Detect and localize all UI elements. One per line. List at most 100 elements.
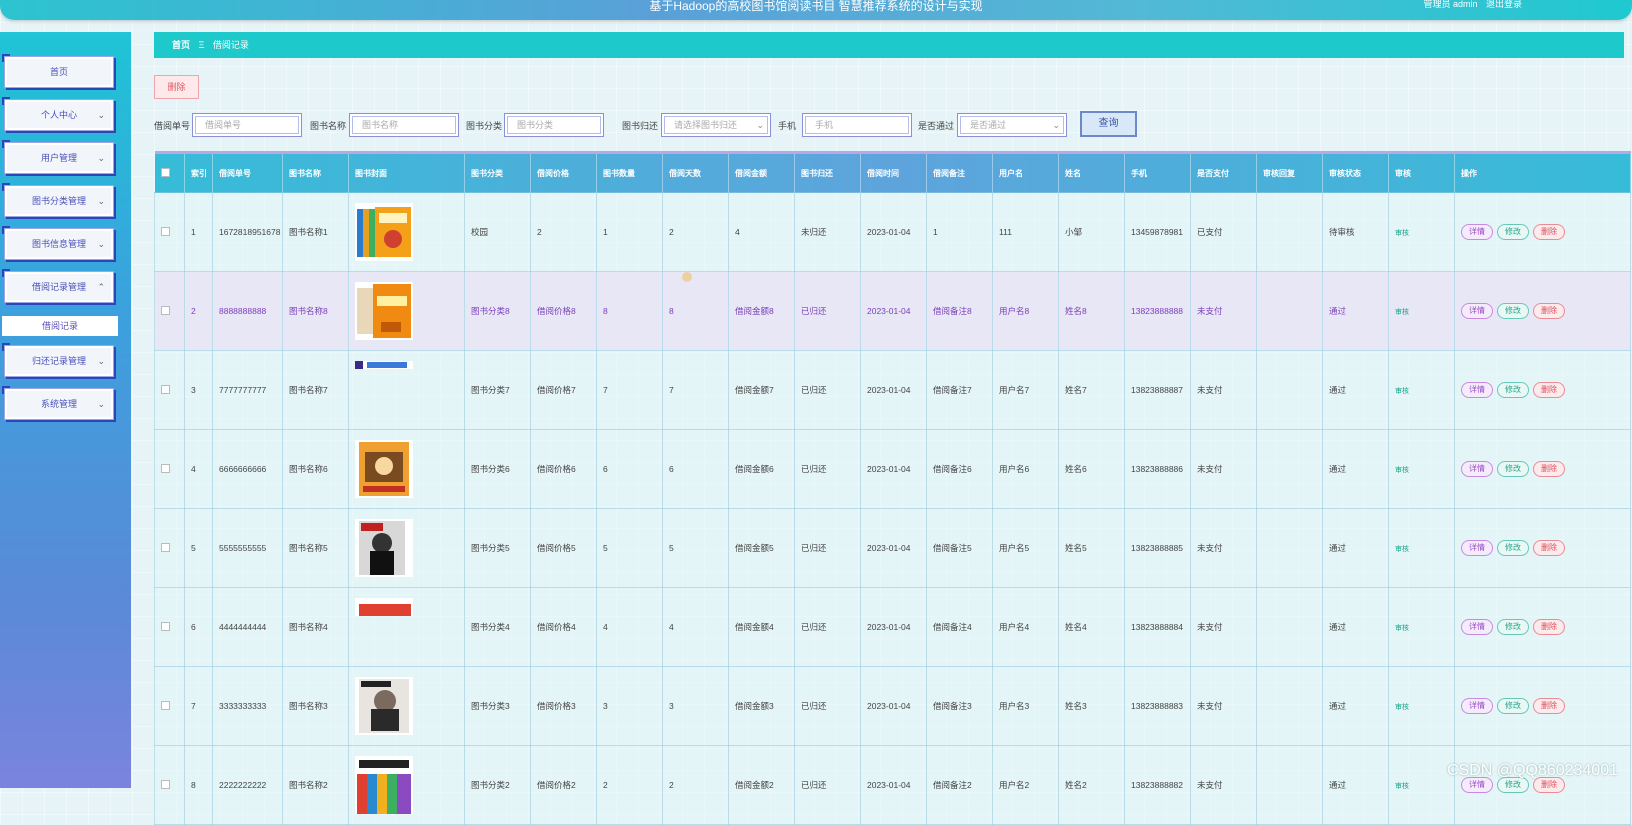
audit-link[interactable]: 审核 (1395, 388, 1409, 395)
cell-returned: 已归还 (794, 587, 861, 667)
cell-user: 111 (992, 192, 1059, 272)
detail-button[interactable]: 详情 (1461, 224, 1493, 240)
cell-amount: 4 (728, 192, 795, 272)
column-header[interactable]: 姓名 (1058, 151, 1125, 193)
row-checkbox[interactable] (154, 271, 185, 351)
column-header[interactable]: 借阅价格 (530, 151, 597, 193)
book-cover-image (355, 598, 463, 656)
row-checkbox[interactable] (154, 350, 185, 430)
edit-button[interactable]: 修改 (1497, 382, 1529, 398)
sidebar-item-personal-center[interactable]: 个人中心 ⌄ (2, 97, 114, 131)
row-checkbox[interactable] (154, 192, 185, 272)
column-header[interactable]: 图书名称 (282, 151, 349, 193)
cell-qty: 1 (596, 192, 663, 272)
column-header[interactable]: 借阅备注 (926, 151, 993, 193)
column-header[interactable]: 审核回复 (1256, 151, 1323, 193)
cell-paid: 未支付 (1190, 350, 1257, 430)
edit-button[interactable]: 修改 (1497, 461, 1529, 477)
column-header[interactable]: 借阅金额 (728, 151, 795, 193)
sidebar-item-category-management[interactable]: 图书分类管理 ⌄ (2, 183, 114, 217)
delete-button[interactable]: 删除 (1533, 619, 1565, 635)
query-button[interactable]: 查询 (1080, 111, 1137, 137)
cell-time: 2023-01-04 (860, 429, 927, 509)
column-header[interactable]: 借阅单号 (212, 151, 283, 193)
detail-button[interactable]: 详情 (1461, 461, 1493, 477)
cell-amount: 借阅金额7 (728, 350, 795, 430)
row-checkbox[interactable] (154, 666, 185, 746)
sidebar-item-label: 系统管理 (40, 399, 77, 409)
column-header[interactable]: 图书封面 (348, 151, 465, 193)
column-header[interactable]: 借阅时间 (860, 151, 927, 193)
delete-button[interactable]: 删除 (1533, 303, 1565, 319)
delete-button[interactable]: 删除 (1533, 224, 1565, 240)
delete-button[interactable]: 删除 (1533, 540, 1565, 556)
cell-no: 4444444444 (212, 587, 283, 667)
edit-button[interactable]: 修改 (1497, 303, 1529, 319)
borrow-no-input[interactable]: 借阅单号 (192, 113, 302, 137)
phone-input[interactable]: 手机 (802, 113, 912, 137)
column-header[interactable]: 图书数量 (596, 151, 663, 193)
cell-paid: 未支付 (1190, 666, 1257, 746)
cell-qty: 5 (596, 508, 663, 588)
sidebar-item-book-management[interactable]: 图书信息管理 ⌄ (2, 226, 114, 260)
audit-link[interactable]: 审核 (1395, 546, 1409, 553)
delete-button[interactable]: 删除 (1533, 461, 1565, 477)
detail-button[interactable]: 详情 (1461, 303, 1493, 319)
batch-delete-button[interactable]: 删除 (154, 75, 199, 99)
logout-link[interactable]: 退出登录 (1486, 0, 1522, 9)
cell-amount: 借阅金额4 (728, 587, 795, 667)
audit-link[interactable]: 审核 (1395, 309, 1409, 316)
return-status-select[interactable]: 请选择图书归还 ⌄ (661, 113, 771, 137)
row-checkbox[interactable] (154, 745, 185, 825)
cell-price: 借阅价格2 (530, 745, 597, 825)
detail-button[interactable]: 详情 (1461, 382, 1493, 398)
breadcrumb-home[interactable]: 首页 (172, 40, 190, 50)
submenu-borrow-records[interactable]: 借阅记录 (2, 316, 118, 336)
audit-link[interactable]: 审核 (1395, 783, 1409, 790)
detail-button[interactable]: 详情 (1461, 698, 1493, 714)
column-header[interactable]: 图书分类 (464, 151, 531, 193)
audit-link[interactable]: 审核 (1395, 704, 1409, 711)
detail-button[interactable]: 详情 (1461, 619, 1493, 635)
book-cover-image (355, 677, 463, 735)
sidebar-item-user-management[interactable]: 用户管理 ⌄ (2, 140, 114, 174)
sidebar-item-label: 图书分类管理 (31, 196, 86, 206)
edit-button[interactable]: 修改 (1497, 540, 1529, 556)
column-header[interactable]: 手机 (1124, 151, 1191, 193)
column-header[interactable]: 借阅天数 (662, 151, 729, 193)
cell-returned: 未归还 (794, 192, 861, 272)
column-header[interactable]: 图书归还 (794, 151, 861, 193)
column-header[interactable]: 审核状态 (1322, 151, 1389, 193)
row-checkbox[interactable] (154, 429, 185, 509)
row-checkbox[interactable] (154, 587, 185, 667)
sidebar-item-home[interactable]: 首页 (2, 54, 114, 88)
delete-button[interactable]: 删除 (1533, 382, 1565, 398)
sidebar-item-borrow-management[interactable]: 借阅记录管理 ⌃ (2, 269, 114, 303)
cell-realname: 姓名7 (1058, 350, 1125, 430)
audit-link[interactable]: 审核 (1395, 467, 1409, 474)
column-header[interactable]: 索引 (184, 151, 213, 193)
column-header[interactable]: 用户名 (992, 151, 1059, 193)
book-name-input[interactable]: 图书名称 (349, 113, 459, 137)
sidebar-item-return-management[interactable]: 归还记录管理 ⌄ (2, 343, 114, 377)
row-checkbox[interactable] (154, 508, 185, 588)
delete-button[interactable]: 删除 (1533, 698, 1565, 714)
book-cover-cell (348, 271, 465, 351)
column-header[interactable]: 审核 (1388, 151, 1455, 193)
audit-link[interactable]: 审核 (1395, 230, 1409, 237)
edit-button[interactable]: 修改 (1497, 619, 1529, 635)
audit-link[interactable]: 审核 (1395, 625, 1409, 632)
cell-user: 用户名3 (992, 666, 1059, 746)
approved-select[interactable]: 是否通过 ⌄ (957, 113, 1067, 137)
select-all-checkbox[interactable] (154, 151, 185, 193)
detail-button[interactable]: 详情 (1461, 540, 1493, 556)
cell-amount: 借阅金额2 (728, 745, 795, 825)
category-input[interactable]: 图书分类 (504, 113, 604, 137)
column-header[interactable]: 是否支付 (1190, 151, 1257, 193)
cell-phone: 13823888883 (1124, 666, 1191, 746)
edit-button[interactable]: 修改 (1497, 698, 1529, 714)
book-cover-image (355, 756, 463, 814)
edit-button[interactable]: 修改 (1497, 224, 1529, 240)
sidebar-item-system-management[interactable]: 系统管理 ⌄ (2, 386, 114, 420)
cell-name: 图书名称3 (282, 666, 349, 746)
